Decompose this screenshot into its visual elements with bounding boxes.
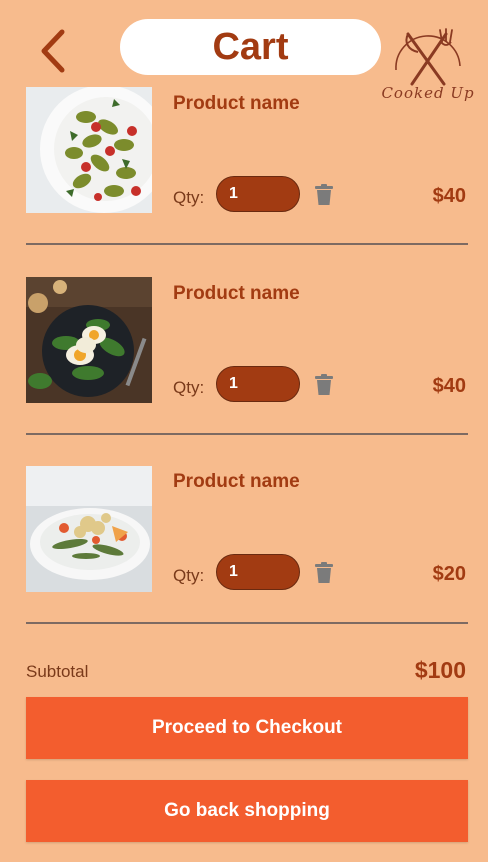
page-title-pill: Cart — [120, 19, 381, 75]
quantity-input[interactable]: 1 — [216, 366, 300, 402]
product-name: Product name — [173, 93, 300, 114]
divider — [26, 433, 468, 435]
cart-item: Product name Qty: 1 $40 — [0, 87, 488, 277]
trash-icon — [315, 562, 333, 583]
chevron-left-icon — [41, 29, 65, 73]
product-price: $40 — [432, 375, 466, 397]
quantity-input[interactable]: 1 — [216, 554, 300, 590]
product-name: Product name — [173, 471, 300, 492]
delete-item-button[interactable] — [315, 562, 333, 584]
fork-knife-icon — [395, 28, 461, 86]
trash-icon — [315, 374, 333, 395]
subtotal-label: Subtotal — [26, 662, 89, 681]
product-price: $40 — [432, 185, 466, 207]
checkout-button[interactable]: Proceed to Checkout — [26, 697, 468, 759]
cart-item: Product name Qty: 1 $40 — [0, 277, 488, 467]
product-image — [26, 277, 152, 403]
back-button[interactable] — [34, 28, 74, 74]
page-title: Cart — [212, 25, 289, 68]
product-price: $20 — [432, 563, 466, 585]
quantity-input[interactable]: 1 — [216, 176, 300, 212]
product-name: Product name — [173, 283, 300, 304]
qty-label: Qty: — [173, 566, 205, 585]
divider — [26, 243, 468, 245]
qty-label: Qty: — [173, 188, 205, 207]
cart-item: Product name Qty: 1 $20 — [0, 466, 488, 656]
product-image — [26, 87, 152, 213]
go-back-shopping-button[interactable]: Go back shopping — [26, 780, 468, 842]
delete-item-button[interactable] — [315, 184, 333, 206]
divider — [26, 622, 468, 624]
trash-icon — [315, 184, 333, 205]
subtotal-value: $100 — [414, 657, 466, 683]
delete-item-button[interactable] — [315, 374, 333, 396]
qty-label: Qty: — [173, 378, 205, 397]
product-image — [26, 466, 152, 592]
